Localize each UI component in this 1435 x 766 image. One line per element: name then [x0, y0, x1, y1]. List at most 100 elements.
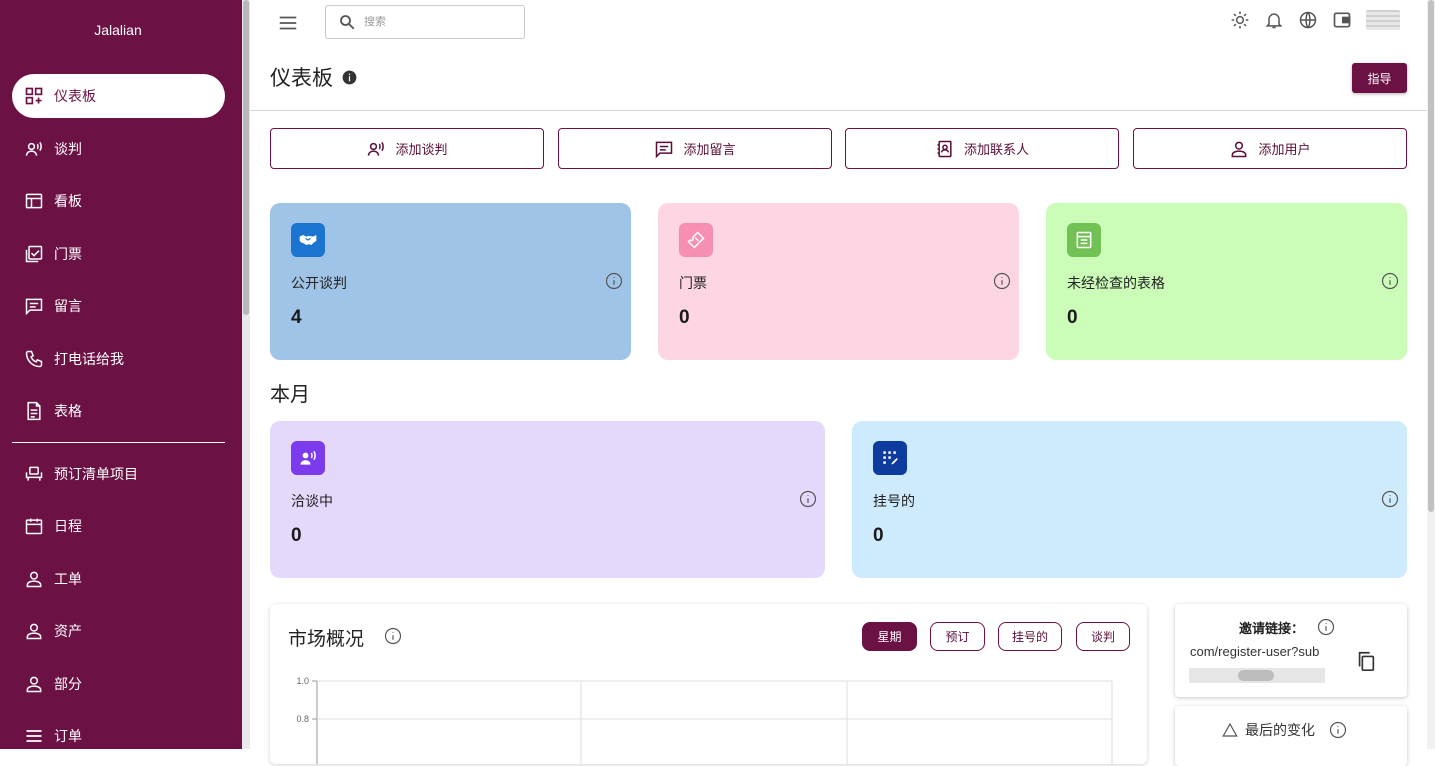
main-scrollbar-thumb[interactable] [1428, 0, 1434, 512]
add-contact-button[interactable]: 添加联系人 [845, 128, 1119, 169]
person-icon [26, 571, 42, 587]
tab-reservations[interactable]: 预订 [930, 622, 985, 651]
info-icon[interactable] [1381, 490, 1399, 508]
sidebar-item-tickets[interactable]: 门票 [12, 232, 225, 276]
add-user-button[interactable]: 添加用户 [1133, 128, 1407, 169]
bell-icon[interactable] [1264, 10, 1284, 30]
invite-title: 邀请链接： [1239, 621, 1305, 636]
market-overview-panel: 市场概况 星期 预订 挂号的 谈判 1.0 0.8 [270, 604, 1147, 764]
open-negotiations-card[interactable]: 公开谈判 4 [270, 203, 631, 360]
sidebar-scrollbar[interactable] [242, 0, 250, 749]
info-icon[interactable] [1317, 618, 1335, 636]
sidebar-item-departments[interactable]: 部分 [12, 662, 225, 706]
phone-icon [25, 350, 43, 367]
sidebar-divider [12, 441, 225, 443]
calendar-icon [25, 518, 43, 535]
wallet-icon[interactable] [1332, 10, 1352, 30]
brand-name: Jalalian [94, 22, 142, 38]
search-input[interactable] [364, 16, 514, 28]
sidebar-item-call-me[interactable]: 打电话给我 [12, 337, 225, 381]
last-changes-header: 最后的变化 [1221, 720, 1347, 740]
card-label: 洽谈中 [291, 493, 333, 509]
sidebar-item-label: 表格 [54, 403, 82, 419]
info-icon[interactable] [993, 272, 1011, 290]
person-icon [26, 623, 42, 640]
sidebar-nav: 仪表板 谈判 看板 门票 留言 打电话给我 表格 预订清单项目 日程 工单 资产… [12, 74, 225, 749]
search-box[interactable] [325, 5, 525, 39]
sidebar-item-label: 留言 [54, 298, 82, 314]
avatar[interactable] [1366, 10, 1400, 30]
sidebar-item-schedule[interactable]: 日程 [12, 504, 225, 548]
y-tick-label: 0.8 [296, 714, 309, 724]
registered-card[interactable]: 挂号的 0 [852, 421, 1407, 578]
list-icon [26, 730, 42, 742]
sidebar-item-label: 资产 [54, 623, 82, 639]
tab-registered[interactable]: 挂号的 [998, 622, 1062, 651]
person-icon [1232, 141, 1247, 157]
dialpad-icon [883, 451, 898, 465]
unchecked-forms-card[interactable]: 未经检查的表格 0 [1046, 203, 1407, 360]
sidebar-item-board[interactable]: 看板 [12, 179, 225, 223]
last-changes-title: 最后的变化 [1245, 722, 1315, 738]
info-icon[interactable] [605, 272, 623, 290]
sidebar-item-label: 看板 [54, 193, 82, 209]
card-value: 0 [291, 525, 302, 546]
card-value: 0 [873, 525, 884, 546]
add-negotiation-button[interactable]: 添加谈判 [270, 128, 544, 169]
page-title: 仪表板 [270, 67, 333, 90]
y-tick-label: 1.0 [296, 676, 309, 686]
handshake-icon [299, 235, 317, 245]
sidebar-item-messages[interactable]: 留言 [12, 284, 225, 328]
tab-negotiation[interactable]: 谈判 [1076, 622, 1130, 651]
main-scrollbar[interactable] [1427, 0, 1435, 749]
sidebar-item-forms[interactable]: 表格 [12, 389, 225, 433]
voice-person-icon [300, 450, 316, 465]
sidebar-item-negotiation[interactable]: 谈判 [12, 127, 225, 171]
sidebar-item-label: 工单 [54, 570, 82, 587]
guide-button[interactable]: 指导 [1352, 63, 1407, 93]
dashboard-icon [25, 87, 43, 105]
add-message-button[interactable]: 添加留言 [558, 128, 832, 169]
sidebar-item-orders[interactable]: 订单 [12, 714, 225, 749]
info-icon[interactable] [384, 627, 402, 645]
invite-scrollbar-thumb[interactable] [1238, 670, 1274, 681]
sidebar-scrollbar-thumb[interactable] [243, 0, 249, 315]
hamburger-menu-icon[interactable] [277, 12, 299, 34]
add-contact-label: 添加联系人 [963, 142, 1029, 157]
info-icon[interactable] [1329, 721, 1347, 739]
message-icon [656, 141, 673, 158]
in-negotiation-card[interactable]: 洽谈中 0 [270, 421, 825, 578]
card-icon-box [1067, 223, 1101, 257]
invite-link-scrollbar[interactable] [1189, 668, 1325, 683]
topbar-actions [1216, 10, 1400, 30]
sidebar-item-label: 部分 [54, 675, 82, 692]
info-icon[interactable] [799, 490, 817, 508]
card-value: 0 [679, 307, 690, 328]
card-value: 0 [1067, 307, 1078, 328]
header-divider [250, 110, 1427, 111]
sidebar-item-label: 谈判 [54, 140, 82, 157]
form-icon [1076, 231, 1092, 249]
globe-icon[interactable] [1298, 10, 1318, 30]
triangle-icon [1222, 722, 1238, 737]
sidebar-item-label: 门票 [54, 245, 82, 262]
sidebar-item-assets[interactable]: 资产 [12, 609, 225, 653]
sidebar: Jalalian 仪表板 谈判 看板 门票 留言 打电话给我 表格 预订清单项目… [0, 0, 242, 749]
tab-week[interactable]: 星期 [862, 622, 917, 651]
sidebar-item-reservations[interactable]: 预订清单项目 [12, 452, 225, 496]
card-label: 公开谈判 [291, 275, 347, 291]
info-icon[interactable] [1381, 272, 1399, 290]
sun-icon[interactable] [1230, 10, 1250, 30]
card-icon-box [291, 223, 325, 257]
info-icon[interactable] [342, 70, 357, 85]
sidebar-item-dashboard[interactable]: 仪表板 [12, 74, 225, 118]
copy-icon[interactable] [1355, 650, 1377, 672]
tickets-card[interactable]: 门票 0 [658, 203, 1019, 360]
checklist-icon [25, 245, 43, 262]
invite-link-panel: 邀请链接： com/register-user?sub [1175, 604, 1407, 697]
sidebar-item-work-orders[interactable]: 工单 [12, 557, 225, 601]
invite-link-text[interactable]: com/register-user?sub [1190, 644, 1319, 659]
market-chart: 1.0 0.8 [296, 676, 1113, 764]
document-icon [27, 401, 41, 421]
board-icon [25, 193, 43, 209]
